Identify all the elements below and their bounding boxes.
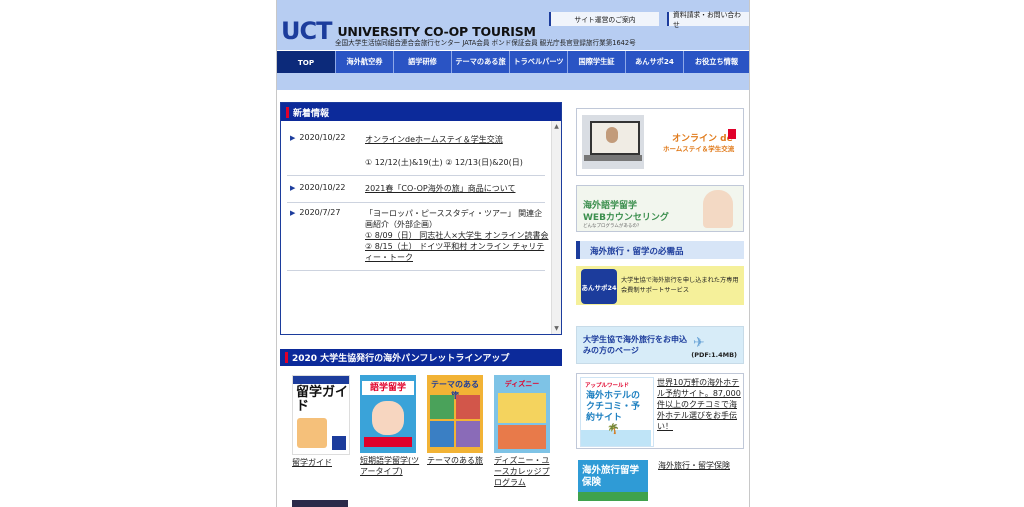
news-link[interactable]: 2021春「CO-OP海外の旅」商品について <box>365 183 549 194</box>
nav-item-theme[interactable]: テーマのある旅 <box>452 51 510 73</box>
ansapo-banner[interactable]: あんサポ24 大学生協で海外旅行を申し込まれた方専用会費制サポートサービス <box>576 266 744 305</box>
news-scrollbar[interactable]: ▲ ▼ <box>551 121 561 334</box>
header: UCT UNIVERSITY CO-OP TOURISM 全国大学生活協同組合連… <box>277 0 749 50</box>
heading-bar <box>285 352 288 363</box>
pamphlet-label[interactable]: 短期語学留学(ツアータイプ) <box>360 455 422 477</box>
header-links: サイト運営のご案内 資料請求・お問い合わせ <box>549 11 749 29</box>
pamphlet-cover[interactable]: 語学留学 <box>360 375 416 453</box>
hotel-brand: アップルワールド <box>585 383 630 389</box>
essentials-title: 海外旅行・留学の必需品 <box>590 247 684 257</box>
pamphlet-cover-partial[interactable] <box>292 500 348 507</box>
pamphlet-cover[interactable]: 留学ガイド <box>292 375 350 455</box>
flag-icon <box>728 129 736 139</box>
online-banner-sub: ホームステイ＆学生交流 <box>663 145 735 153</box>
pamphlet-label[interactable]: 留学ガイド <box>292 457 354 468</box>
pamphlet-label[interactable]: テーマのある旅 <box>427 455 489 466</box>
news-item: 2020/7/27 「ヨーロッパ・ピーススタディ・ツアー」 関連企画紹介（外部企… <box>287 203 548 271</box>
news-title: 新着情報 <box>293 108 330 119</box>
header-link-contact[interactable]: 資料請求・お問い合わせ <box>667 11 749 29</box>
news-item: 2020/10/22 オンラインdeホームステイ＆学生交流 ① 12/12(土)… <box>287 121 545 176</box>
airplane-icon: ✈ <box>693 335 705 351</box>
pamphlet-title: 2020 大学生協発行の海外パンフレットラインアップ <box>292 354 510 364</box>
news-link[interactable]: ② 8/15（土） ドイツ平和村 オンライン チャリティー・トーク <box>365 241 549 263</box>
cover-title: ディズニー <box>504 380 540 388</box>
news-item: 2020/10/22 2021春「CO-OP海外の旅」商品について <box>287 176 545 203</box>
news-plain-text: 「ヨーロッパ・ピーススタディ・ツアー」 関連企画紹介（外部企画） <box>365 209 543 229</box>
news-text: 2021春「CO-OP海外の旅」商品について <box>365 183 549 194</box>
insurance-title: 海外旅行留学保険 <box>582 465 640 488</box>
nav-item-ansapo[interactable]: あんサポ24 <box>626 51 684 73</box>
news-link[interactable]: ① 8/09（日） 同志社人×大学生 オンライン読書会 <box>365 230 549 241</box>
counseling-banner[interactable]: 海外語学留学 WEBカウンセリング どんなプログラムがあるの？ <box>576 185 744 232</box>
pamphlet-section: 2020 大学生協発行の海外パンフレットラインアップ <box>280 349 562 366</box>
pamphlet-cover[interactable]: ディズニー <box>494 375 550 453</box>
main-nav: TOP 海外航空券 語学研修 テーマのある旅 トラベルパーツ 国際学生証 あんサ… <box>277 51 749 73</box>
news-date: 2020/10/22 <box>290 183 345 192</box>
cover-title: 留学ガイド <box>296 385 349 414</box>
nav-item-language[interactable]: 語学研修 <box>394 51 452 73</box>
cover-title: 語学留学 <box>362 381 414 395</box>
apply-banner[interactable]: 大学生協で海外旅行をお申込みの方のページ ✈ (PDF:1.4MB) <box>576 326 744 364</box>
pamphlet-item[interactable]: 留学ガイド 留学ガイド <box>292 375 354 468</box>
nav-item-air[interactable]: 海外航空券 <box>336 51 394 73</box>
scroll-up-icon[interactable]: ▲ <box>552 122 561 131</box>
nav-item-travelparts[interactable]: トラベルパーツ <box>510 51 568 73</box>
operator-image <box>703 190 733 228</box>
header-subtitle: 全国大学生活協同組合連合会旅行センター JATA会員 ボンド保証会員 観光庁長官… <box>335 39 636 47</box>
ansapo-text: 大学生協で海外旅行を申し込まれた方専用会費制サポートサービス <box>621 277 739 294</box>
news-date: 2020/10/22 <box>290 133 345 142</box>
counseling-sub: WEBカウンセリング <box>583 213 669 223</box>
header-link-about[interactable]: サイト運営のご案内 <box>549 12 659 26</box>
news-text: オンラインdeホームステイ＆学生交流 ① 12/12(土)&19(土) ② 12… <box>365 134 549 168</box>
hotel-banner: アップルワールド 海外ホテルのクチコミ・予約サイト 🌴 世界10万軒の海外ホテル… <box>576 373 744 449</box>
online-homestay-banner[interactable]: オンライン de ホームステイ＆学生交流 <box>576 108 744 176</box>
pamphlet-cover[interactable]: テーマのある旅 <box>427 375 483 453</box>
logo-mark: UCT <box>281 17 332 45</box>
nav-item-info[interactable]: お役立ち情報 <box>684 51 749 73</box>
pamphlet-heading: 2020 大学生協発行の海外パンフレットラインアップ <box>280 349 562 366</box>
laptop-image <box>582 115 644 169</box>
pamphlet-item[interactable]: 語学留学 短期語学留学(ツアータイプ) <box>360 375 422 477</box>
apply-text: 大学生協で海外旅行をお申込みの方のページ <box>583 335 687 355</box>
news-heading: 新着情報 <box>281 103 561 121</box>
news-link[interactable]: オンラインdeホームステイ＆学生交流 <box>365 134 549 145</box>
pamphlet-label[interactable]: ディズニー・ユースカレッジプログラム <box>494 455 556 488</box>
heading-bar <box>286 106 289 118</box>
palm-icon: 🌴 <box>607 424 620 435</box>
insurance-logo[interactable]: 海外旅行留学保険 <box>578 460 648 501</box>
pamphlet-item[interactable]: テーマのある旅 テーマのある旅 <box>427 375 489 466</box>
insurance-link[interactable]: 海外旅行・留学保険 <box>658 460 742 471</box>
hotel-title: 海外ホテルのクチコミ・予約サイト <box>586 391 641 423</box>
news-text: 「ヨーロッパ・ピーススタディ・ツアー」 関連企画紹介（外部企画） ① 8/09（… <box>365 208 549 263</box>
counseling-note: どんなプログラムがあるの？ <box>583 224 642 229</box>
news-dates-note: ① 12/12(土)&19(土) ② 12/13(日)&20(日) <box>365 158 523 167</box>
nav-underbar <box>277 73 749 90</box>
insurance-banner: 海外旅行留学保険 海外旅行・留学保険 <box>576 458 744 503</box>
essentials-heading: 海外旅行・留学の必需品 <box>576 241 744 259</box>
news-list: 2020/10/22 オンラインdeホームステイ＆学生交流 ① 12/12(土)… <box>281 121 551 334</box>
pamphlet-item[interactable]: ディズニー ディズニー・ユースカレッジプログラム <box>494 375 556 488</box>
nav-item-isic[interactable]: 国際学生証 <box>568 51 626 73</box>
ansapo-badge: あんサポ24 <box>581 269 617 304</box>
page: UCT UNIVERSITY CO-OP TOURISM 全国大学生活協同組合連… <box>276 0 750 507</box>
hotel-logo[interactable]: アップルワールド 海外ホテルのクチコミ・予約サイト 🌴 <box>580 377 654 447</box>
news-date: 2020/7/27 <box>290 208 340 217</box>
scroll-down-icon[interactable]: ▼ <box>552 324 561 333</box>
pdf-size: (PDF:1.4MB) <box>691 351 737 359</box>
nav-item-top[interactable]: TOP <box>277 51 336 73</box>
news-panel: 新着情報 2020/10/22 オンラインdeホームステイ＆学生交流 ① 12/… <box>280 102 562 335</box>
hotel-link[interactable]: 世界10万軒の海外ホテル予約サイト。87,000件以上のクチコミで海外ホテル選び… <box>657 377 741 432</box>
